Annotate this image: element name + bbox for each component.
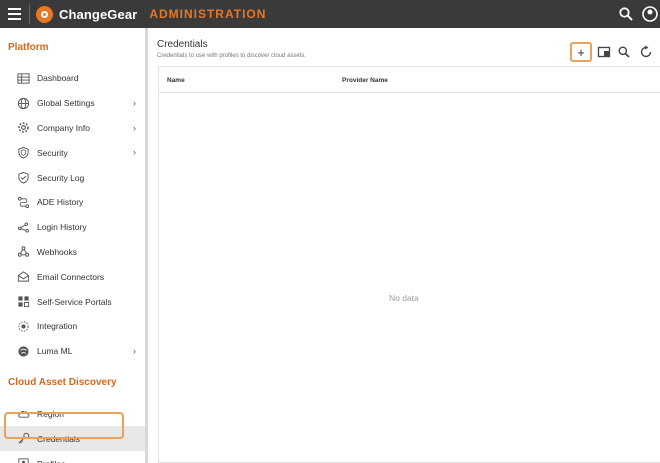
globe-icon <box>16 96 30 110</box>
sidebar: Platform Dashboard Global Settings › Company… <box>0 28 145 463</box>
sidebar-item-login-history[interactable]: Login History <box>0 215 145 240</box>
hamburger-menu-icon[interactable] <box>1 0 27 28</box>
page-title: Credentials <box>157 39 208 50</box>
sidebar-item-ade-history[interactable]: ADE History <box>0 190 145 215</box>
table-icon <box>16 71 30 85</box>
sidebar-item-label: Webhooks <box>37 246 78 257</box>
sidebar-item-security-log[interactable]: Security Log <box>0 165 145 190</box>
sidebar-item-label: Luma ML <box>37 346 73 357</box>
integration-icon <box>16 319 30 333</box>
sidebar-section-title: Platform <box>8 41 49 53</box>
profile-icon <box>16 457 30 463</box>
section-title: ADMINISTRATION <box>149 7 267 21</box>
topbar-divider <box>29 4 30 24</box>
table-header: Name Provider Name <box>159 67 660 93</box>
sidebar-section-title: Cloud Asset Discovery <box>8 377 117 389</box>
credentials-table: Name Provider Name No data <box>158 66 660 463</box>
column-header-provider-name[interactable]: Provider Name <box>342 77 388 84</box>
sidebar-item-label: Security <box>37 147 68 158</box>
webhook-icon <box>16 245 30 259</box>
chevron-right-icon[interactable]: › <box>133 346 136 356</box>
sidebar-item-integration[interactable]: Integration <box>0 314 145 339</box>
brand-name: ChangeGear <box>59 6 138 22</box>
empty-state-text: No data <box>389 293 419 303</box>
sidebar-item-label: Global Settings <box>37 98 95 109</box>
sidebar-item-label: Integration <box>37 321 78 332</box>
sidebar-item-profiles[interactable]: Profiles <box>0 451 145 463</box>
refresh-icon[interactable] <box>639 45 653 59</box>
add-credential-button[interactable]: + <box>570 42 592 62</box>
sidebar-item-dashboard[interactable]: Dashboard <box>0 66 145 91</box>
sidebar-item-security[interactable]: Security › <box>0 140 145 165</box>
brain-icon <box>16 344 30 358</box>
sidebar-item-label: Login History <box>37 222 87 233</box>
search-icon[interactable] <box>617 45 631 59</box>
page-subtitle: Credentials to use with profiles to disc… <box>157 53 307 59</box>
sidebar-item-global-settings[interactable]: Global Settings › <box>0 91 145 116</box>
sidebar-item-luma-ml[interactable]: Luma ML › <box>0 339 145 364</box>
grid-icon <box>16 295 30 309</box>
sidebar-item-self-service-portals[interactable]: Self-Service Portals <box>0 289 145 314</box>
chevron-right-icon[interactable]: › <box>133 123 136 133</box>
search-icon[interactable] <box>618 6 634 22</box>
gear-icon <box>16 121 30 135</box>
shield-icon <box>16 146 30 160</box>
column-header-name[interactable]: Name <box>167 77 185 84</box>
sidebar-item-email-connectors[interactable]: Email Connectors <box>0 264 145 289</box>
sidebar-item-company-info[interactable]: Company Info › <box>0 116 145 141</box>
sidebar-item-label: Dashboard <box>37 73 79 84</box>
sidebar-item-label: Self-Service Portals <box>37 296 112 307</box>
credentials-highlight <box>4 412 124 439</box>
email-icon <box>16 270 30 284</box>
user-icon[interactable] <box>640 5 660 23</box>
sidebar-item-label: ADE History <box>37 197 84 208</box>
chevron-right-icon[interactable]: › <box>133 98 136 108</box>
column-chooser-icon[interactable] <box>597 45 611 59</box>
top-bar: ChangeGear ADMINISTRATION <box>0 0 660 28</box>
shield-check-icon <box>16 171 30 185</box>
sidebar-item-label: Profiles <box>37 459 65 463</box>
sidebar-item-label: Security Log <box>37 172 85 183</box>
flow-icon <box>16 195 30 209</box>
sidebar-item-label: Company Info <box>37 122 90 133</box>
network-icon <box>16 220 30 234</box>
main-panel: Credentials Credentials to use with prof… <box>148 28 660 463</box>
sidebar-item-webhooks[interactable]: Webhooks <box>0 240 145 265</box>
sidebar-item-label: Email Connectors <box>37 271 105 282</box>
changegear-logo-icon <box>36 5 53 23</box>
chevron-right-icon[interactable]: › <box>133 147 136 157</box>
